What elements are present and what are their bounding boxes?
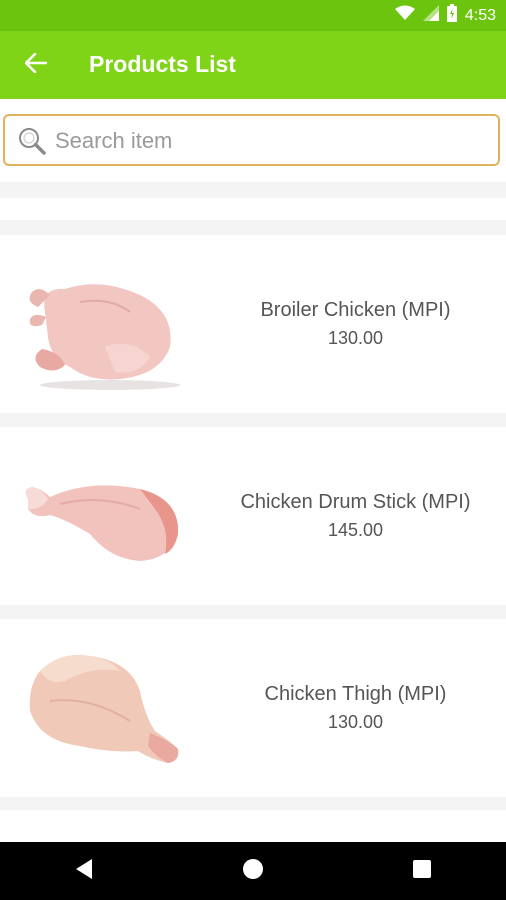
- app-bar: Products List: [0, 31, 506, 99]
- search-icon: [17, 126, 47, 161]
- nav-back-button[interactable]: [54, 842, 114, 900]
- status-icons: 4:53: [394, 0, 496, 31]
- signal-icon: [422, 5, 439, 26]
- search-input[interactable]: [53, 124, 487, 158]
- nav-back-icon: [74, 858, 94, 885]
- nav-recents-icon: [412, 859, 432, 884]
- product-image-broiler-chicken: [20, 257, 185, 392]
- product-name: Chicken Drum Stick (MPI): [240, 491, 471, 513]
- product-price: 130.00: [327, 328, 384, 348]
- page-title: Products List: [89, 51, 236, 77]
- search-section: [0, 99, 506, 182]
- back-button[interactable]: [20, 49, 52, 81]
- product-price: 130.00: [327, 712, 384, 732]
- product-card[interactable]: Chicken Thigh (MPI) 130.00: [0, 619, 506, 797]
- product-info: Chicken Thigh (MPI) 130.00: [205, 619, 506, 797]
- nav-home-icon: [242, 858, 264, 885]
- system-nav-bar: [0, 842, 506, 900]
- product-info: Chicken Drum Stick (MPI) 145.00: [205, 427, 506, 605]
- product-card[interactable]: Broiler Chicken (MPI) 130.00: [0, 235, 506, 413]
- back-arrow-icon: [24, 52, 48, 78]
- product-card-partial: [0, 810, 506, 842]
- product-card[interactable]: Chicken Drum Stick (MPI) 145.00: [0, 427, 506, 605]
- nav-recents-button[interactable]: [392, 842, 452, 900]
- status-time: 4:53: [464, 6, 496, 24]
- search-box[interactable]: [3, 114, 500, 166]
- product-image-drum-stick: [20, 449, 185, 584]
- product-info: Broiler Chicken (MPI) 130.00: [205, 235, 506, 413]
- product-price: 145.00: [327, 520, 384, 540]
- nav-home-button[interactable]: [223, 842, 283, 900]
- list-spacer: [0, 198, 506, 220]
- product-name: Chicken Thigh (MPI): [264, 683, 447, 705]
- battery-icon: [446, 4, 457, 27]
- product-name: Broiler Chicken (MPI): [260, 299, 451, 321]
- product-image-chicken-thigh: [20, 641, 185, 776]
- wifi-icon: [394, 5, 415, 26]
- status-bar: 4:53: [0, 0, 506, 31]
